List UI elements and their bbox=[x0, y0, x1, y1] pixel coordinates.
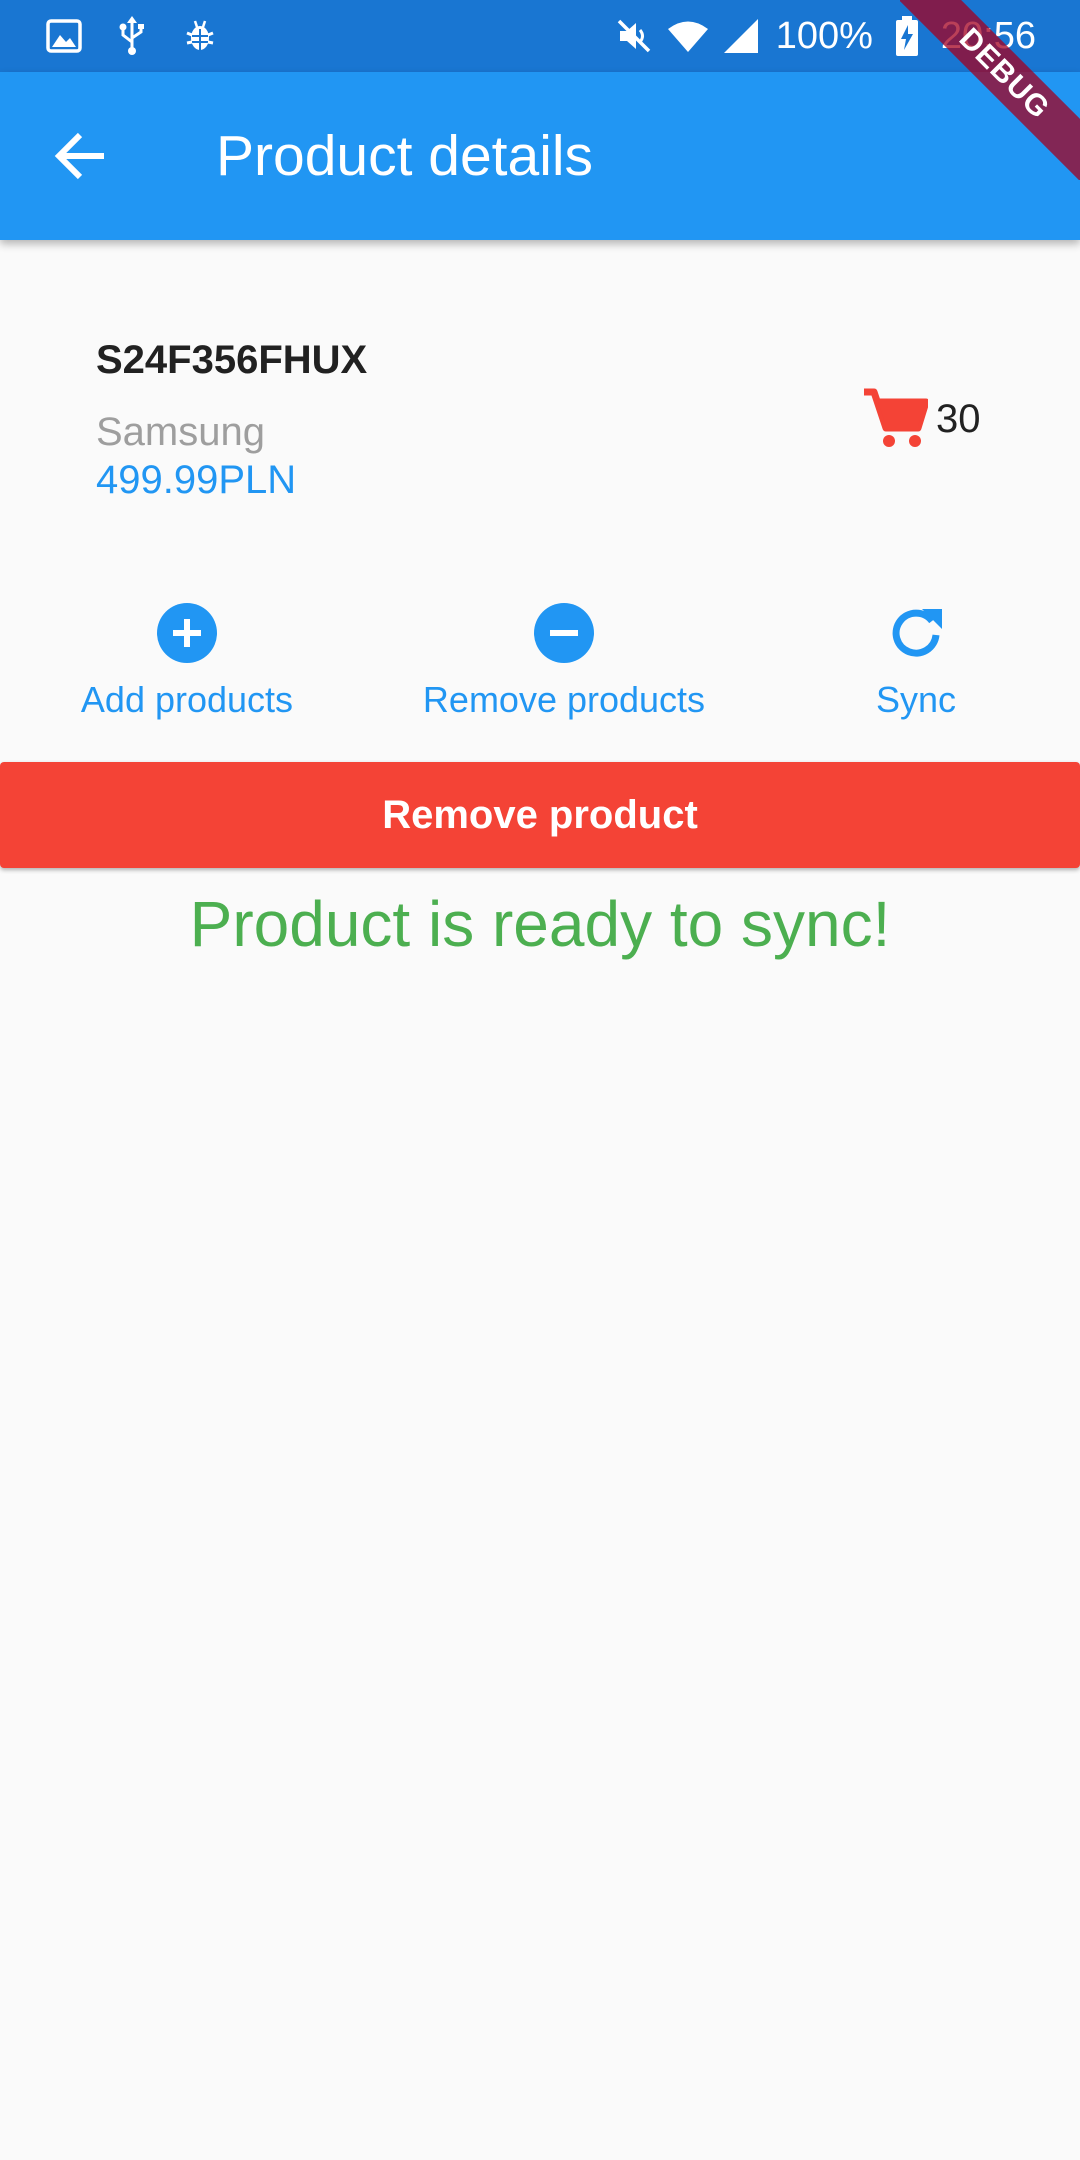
gallery-icon bbox=[44, 16, 84, 56]
sync-status-message: Product is ready to sync! bbox=[189, 888, 891, 960]
status-bar: 100% 20:56 bbox=[0, 0, 1080, 72]
product-name: S24F356FHUX bbox=[96, 338, 368, 382]
page-title: Product details bbox=[216, 124, 594, 188]
sync-label: Sync bbox=[875, 679, 957, 720]
battery-charging-icon bbox=[887, 16, 927, 56]
add-products-label: Add products bbox=[80, 679, 294, 720]
remove-product-button[interactable]: Remove product bbox=[0, 762, 1080, 868]
signal-icon bbox=[722, 16, 762, 56]
stock-count: 30 bbox=[936, 397, 981, 441]
stock-indicator: 30 bbox=[862, 386, 981, 452]
product-brand: Samsung bbox=[96, 410, 265, 454]
app-bar: Product details bbox=[0, 72, 1080, 240]
add-circle-icon bbox=[154, 600, 220, 666]
status-time: 20:56 bbox=[940, 14, 1036, 57]
status-notification-icons bbox=[44, 14, 220, 58]
sync-button[interactable]: Sync bbox=[836, 600, 996, 746]
product-price: 499.99PLN bbox=[96, 458, 297, 502]
wifi-icon bbox=[667, 16, 708, 56]
status-system-indicators: 100% 20:56 bbox=[614, 10, 1036, 62]
mute-icon bbox=[614, 16, 654, 56]
back-button[interactable] bbox=[40, 116, 120, 196]
remove-circle-icon bbox=[531, 600, 597, 666]
usb-icon bbox=[112, 16, 152, 56]
refresh-icon bbox=[883, 600, 949, 666]
bug-icon bbox=[180, 16, 220, 56]
remove-products-button[interactable]: Remove products bbox=[414, 600, 714, 746]
arrow-back-icon bbox=[54, 132, 106, 180]
remove-products-label: Remove products bbox=[422, 679, 706, 720]
battery-percentage: 100% bbox=[775, 14, 873, 57]
add-products-button[interactable]: Add products bbox=[72, 600, 302, 746]
shopping-cart-icon bbox=[862, 388, 928, 450]
